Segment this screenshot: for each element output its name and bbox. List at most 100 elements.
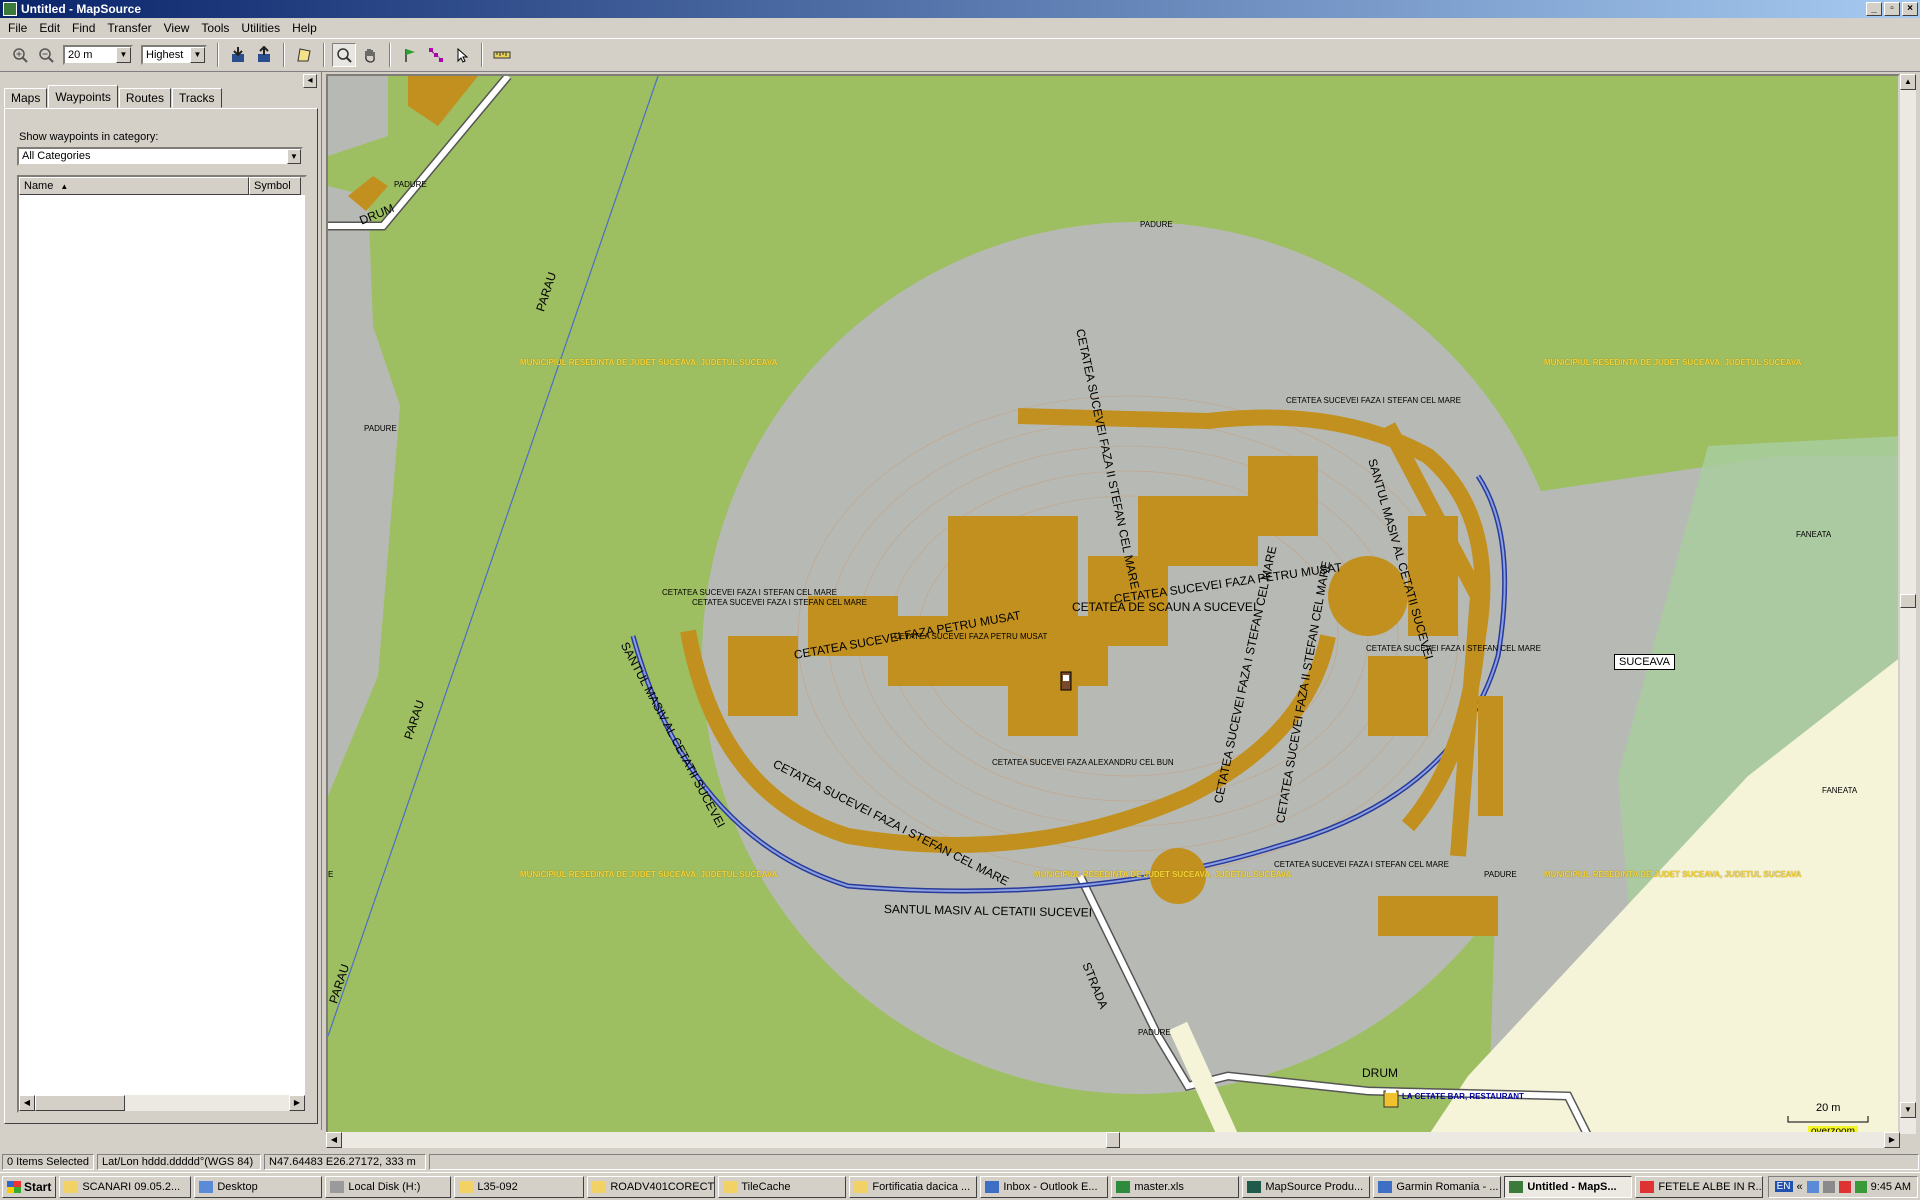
position-format: Lat/Lon hddd.ddddd°(WGS 84) xyxy=(97,1153,261,1170)
taskbar-item-l35[interactable]: L35-092 xyxy=(454,1175,585,1198)
folder-icon xyxy=(459,1180,474,1193)
minimize-button[interactable]: _ xyxy=(1866,2,1882,16)
status-bar: 0 Items Selected Lat/Lon hddd.ddddd°(WGS… xyxy=(0,1152,1920,1171)
scroll-thumb[interactable] xyxy=(1106,1132,1120,1148)
pan-tool-button[interactable] xyxy=(358,43,382,67)
mapsource-icon xyxy=(1247,1180,1262,1193)
tab-maps[interactable]: Maps xyxy=(4,88,48,108)
distance-tool-button[interactable] xyxy=(490,43,514,67)
start-button[interactable]: Start xyxy=(2,1175,57,1198)
scroll-thumb[interactable] xyxy=(1900,594,1916,608)
list-horizontal-scrollbar[interactable]: ◀ ▶ xyxy=(19,1095,305,1111)
taskbar-item-garmin[interactable]: Garmin Romania - ... xyxy=(1373,1175,1502,1198)
taskbar-item-scanari[interactable]: SCANARI 09.05.2... xyxy=(59,1175,192,1198)
sync-icon[interactable] xyxy=(1854,1180,1867,1193)
fortress-phase-label: CETATEA SUCEVEI FAZA I STEFAN CEL MARE xyxy=(1274,860,1450,869)
category-select[interactable]: All Categories ▼ xyxy=(17,147,303,166)
waypoints-panel: Show waypoints in category: All Categori… xyxy=(4,108,318,1124)
column-name[interactable]: Name ▲ xyxy=(19,177,249,195)
taskbar-item-tilecache[interactable]: TileCache xyxy=(718,1175,847,1198)
taskbar-item-fetele[interactable]: FETELE ALBE IN R... xyxy=(1635,1175,1764,1198)
scroll-right-button[interactable]: ▶ xyxy=(1884,1132,1900,1148)
mapsource-app-icon[interactable] xyxy=(3,2,17,16)
scroll-down-button[interactable]: ▼ xyxy=(1900,1102,1916,1118)
map-tool-button[interactable] xyxy=(292,43,316,67)
collapse-panel-button[interactable]: ◂ xyxy=(303,74,317,88)
taskbar: Start SCANARI 09.05.2... Desktop Local D… xyxy=(0,1172,1920,1200)
menu-edit[interactable]: Edit xyxy=(33,21,66,35)
map-horizontal-scrollbar[interactable]: ◀ ▶ xyxy=(326,1132,1900,1148)
panel-tabs: Maps Waypoints Routes Tracks xyxy=(4,85,223,108)
menu-file[interactable]: File xyxy=(2,21,33,35)
menu-transfer[interactable]: Transfer xyxy=(101,21,157,35)
network-icon[interactable] xyxy=(1806,1180,1819,1193)
column-name-label: Name xyxy=(24,180,54,192)
zoom-out-icon xyxy=(39,48,54,63)
zoom-scale-select[interactable]: 20 m ▼ xyxy=(63,45,133,65)
menu-view[interactable]: View xyxy=(158,21,196,35)
taskbar-item-excel[interactable]: master.xls xyxy=(1111,1175,1240,1198)
maximize-button[interactable]: ▫ xyxy=(1884,2,1900,16)
scroll-left-button[interactable]: ◀ xyxy=(326,1132,342,1148)
tab-routes[interactable]: Routes xyxy=(118,88,171,108)
menu-utilities[interactable]: Utilities xyxy=(235,21,286,35)
forest-label: PADURE xyxy=(1484,870,1517,879)
taskbar-item-mapsource-untitled[interactable]: Untitled - MapS... xyxy=(1504,1175,1633,1198)
chevron-down-icon[interactable]: ▼ xyxy=(287,149,301,164)
language-indicator[interactable]: EN xyxy=(1774,1181,1793,1192)
close-button[interactable]: × xyxy=(1902,2,1918,16)
zoom-in-button[interactable] xyxy=(8,43,32,67)
column-symbol[interactable]: Symbol xyxy=(249,177,301,195)
scroll-thumb[interactable] xyxy=(35,1095,125,1111)
toolbar-separator xyxy=(323,43,325,67)
tab-waypoints[interactable]: Waypoints xyxy=(48,85,118,108)
taskbar-item-fortificatia[interactable]: Fortificatia dacica ... xyxy=(849,1175,978,1198)
menu-tools[interactable]: Tools xyxy=(195,21,235,35)
volume-icon[interactable] xyxy=(1822,1180,1835,1193)
taskbar-item-local-disk[interactable]: Local Disk (H:) xyxy=(325,1175,452,1198)
zoom-tool-button[interactable] xyxy=(332,43,356,67)
send-to-device-button[interactable] xyxy=(252,43,276,67)
folder-icon xyxy=(723,1180,738,1193)
taskbar-item-mapsource-product[interactable]: MapSource Produ... xyxy=(1242,1175,1371,1198)
outlook-icon xyxy=(985,1180,1000,1193)
waypoint-list[interactable]: Name ▲ Symbol ◀ ▶ xyxy=(17,175,307,1113)
scroll-up-button[interactable]: ▲ xyxy=(1900,74,1916,90)
start-label: Start xyxy=(24,1179,52,1194)
scroll-left-button[interactable]: ◀ xyxy=(19,1095,35,1111)
zoom-out-button[interactable] xyxy=(34,43,58,67)
taskbar-item-desktop[interactable]: Desktop xyxy=(194,1175,323,1198)
receive-from-device-icon xyxy=(232,47,244,62)
fortress-phase-label: CETATEA SUCEVEI FAZA I STEFAN CEL MARE xyxy=(692,598,868,607)
title-bar[interactable]: Untitled - MapSource _ ▫ × xyxy=(0,0,1920,18)
flag-icon xyxy=(405,49,415,62)
map-canvas[interactable]: DRUM PADURE PADURE PADURE PADURE PADURE … xyxy=(326,74,1900,1134)
zoom-scale-value: 20 m xyxy=(68,49,93,61)
task-label: master.xls xyxy=(1134,1180,1184,1193)
clock[interactable]: 9:45 AM xyxy=(1871,1181,1911,1193)
selection-tool-button[interactable] xyxy=(450,43,474,67)
disk-icon xyxy=(330,1180,345,1193)
city-label: SUCEAVA xyxy=(1614,654,1675,670)
taskbar-item-roadv[interactable]: ROADV401CORECT xyxy=(587,1175,716,1198)
chevron-down-icon[interactable]: ▼ xyxy=(190,47,205,63)
taskbar-item-outlook[interactable]: Inbox - Outlook E... xyxy=(980,1175,1109,1198)
security-icon[interactable] xyxy=(1838,1180,1851,1193)
detail-select[interactable]: Highest ▼ xyxy=(141,45,207,65)
status-empty-field xyxy=(429,1153,1919,1170)
chevron-left-icon[interactable]: « xyxy=(1797,1181,1803,1193)
waypoint-tool-button[interactable] xyxy=(398,43,422,67)
map-vertical-scrollbar[interactable]: ▲ ▼ xyxy=(1900,74,1916,1134)
fortress-phase-label: CETATEA SUCEVEI FAZA I STEFAN CEL MARE xyxy=(1366,644,1542,653)
task-label: Garmin Romania - ... xyxy=(1396,1180,1499,1193)
receive-from-device-button[interactable] xyxy=(226,43,250,67)
mapsource-icon xyxy=(1509,1180,1524,1193)
route-tool-button[interactable] xyxy=(424,43,448,67)
menu-find[interactable]: Find xyxy=(66,21,101,35)
chevron-down-icon[interactable]: ▼ xyxy=(116,47,131,63)
fortress-phase-label: CETATEA SUCEVEI FAZA I STEFAN CEL MARE xyxy=(1286,396,1462,405)
menu-help[interactable]: Help xyxy=(286,21,323,35)
scroll-right-button[interactable]: ▶ xyxy=(289,1095,305,1111)
cursor-position: N47.64483 E26.27172, 333 m xyxy=(264,1153,426,1170)
tab-tracks[interactable]: Tracks xyxy=(171,88,222,108)
